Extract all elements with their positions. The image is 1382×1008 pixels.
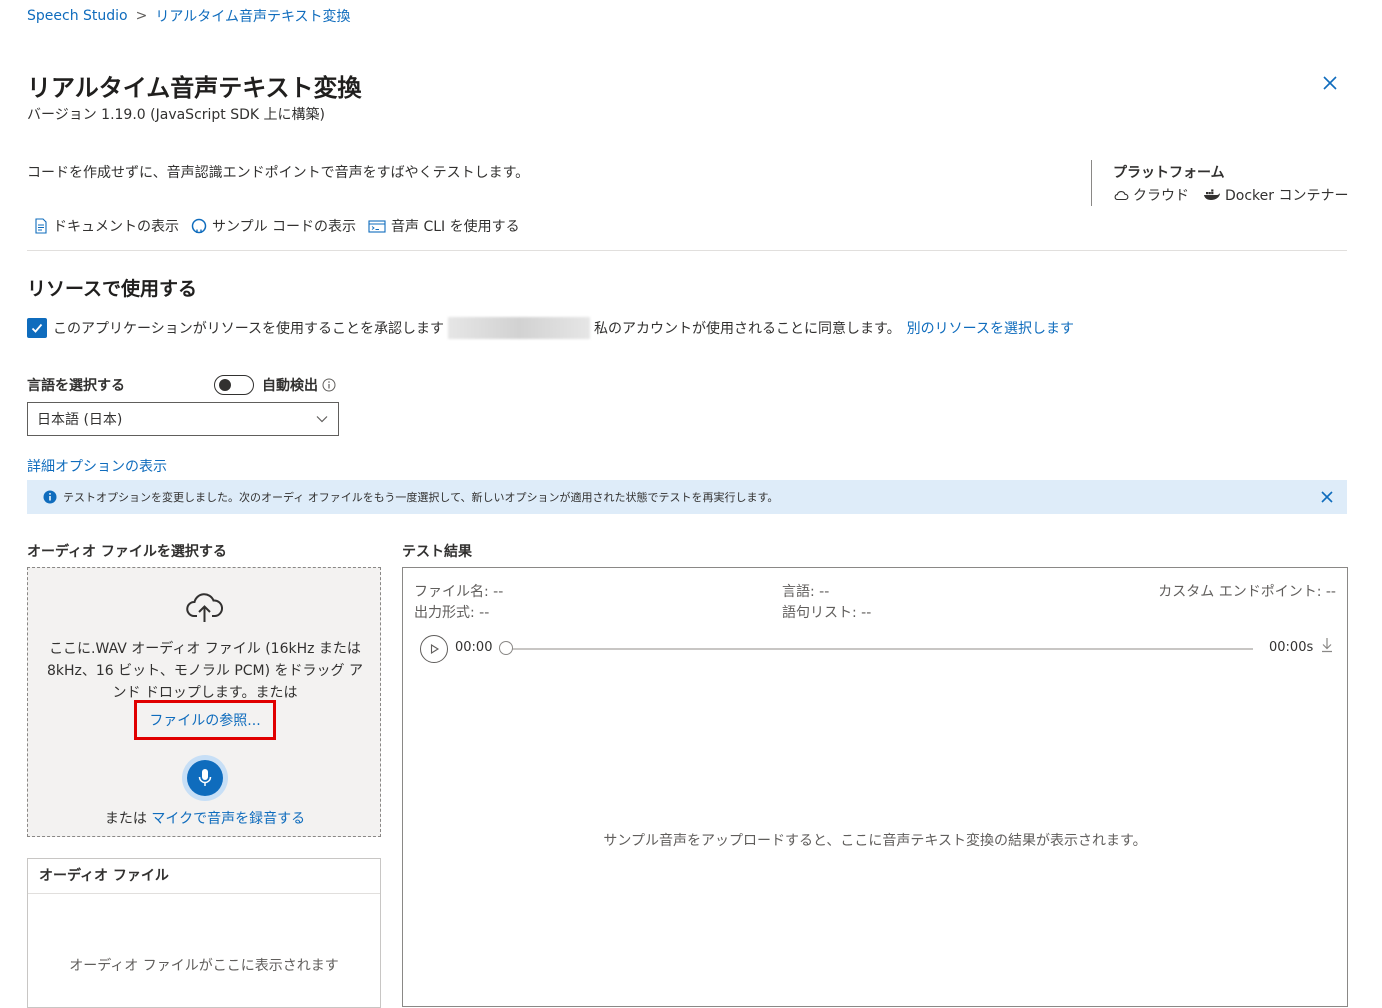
breadcrumb: Speech Studio > リアルタイム音声テキスト変換 xyxy=(27,6,351,26)
info-message-text: テストオプションを変更しました。次のオーディ オファイルをもう一度選択して、新し… xyxy=(63,491,779,504)
download-icon xyxy=(1322,638,1332,653)
info-message-bar: テストオプションを変更しました。次のオーディ オファイルをもう一度選択して、新し… xyxy=(27,480,1347,514)
language-selected-value: 日本語 (日本) xyxy=(37,412,123,428)
version-text: バージョン 1.19.0 (JavaScript SDK 上に構築) xyxy=(27,107,325,123)
link-label: 音声 CLI を使用する xyxy=(391,219,520,235)
language-dropdown[interactable]: 日本語 (日本) xyxy=(27,402,339,436)
select-other-resource-link[interactable]: 別のリソースを選択します xyxy=(907,318,1074,338)
page-title: リアルタイム音声テキスト変換 xyxy=(27,74,362,102)
github-icon xyxy=(191,218,207,234)
record-instructions: または マイクで音声を録音する xyxy=(28,808,382,828)
consent-suffix: 私のアカウントが使用されることに同意します。 xyxy=(594,321,901,337)
player-current-time: 00:00 xyxy=(455,640,493,655)
record-prefix: または xyxy=(104,811,147,827)
consent-checkbox[interactable] xyxy=(27,318,47,338)
close-icon xyxy=(1323,76,1337,90)
dismiss-info-button[interactable] xyxy=(1319,489,1335,505)
audio-files-panel: オーディオ ファイル オーディオ ファイルがここに表示されます xyxy=(27,858,381,1008)
microphone-icon xyxy=(198,769,212,786)
view-documentation-link[interactable]: ドキュメントの表示 xyxy=(34,216,179,236)
toggle-knob xyxy=(219,379,231,391)
platform-item-label: Docker コンテナー xyxy=(1225,188,1349,204)
link-label: サンプル コードの表示 xyxy=(212,219,357,235)
browse-files-link[interactable]: ファイルの参照... xyxy=(134,700,276,740)
description-text: コードを作成せずに、音声認識エンドポイントで音声をすばやくテストします。 xyxy=(27,165,530,181)
platform-list: クラウド Docker コンテナー xyxy=(1113,185,1348,205)
docker-icon xyxy=(1204,189,1220,200)
result-custom-endpoint: カスタム エンドポイント: -- xyxy=(1158,584,1336,600)
result-output-format: 出力形式: -- xyxy=(414,605,490,621)
platform-item-cloud: クラウド xyxy=(1113,185,1189,205)
chevron-down-icon xyxy=(316,416,328,423)
info-icon[interactable] xyxy=(322,378,336,392)
test-results-panel: ファイル名: -- 出力形式: -- 言語: -- 語句リスト: -- カスタム… xyxy=(402,567,1348,1007)
platform-item-label: クラウド xyxy=(1133,188,1189,204)
use-speech-cli-link[interactable]: 音声 CLI を使用する xyxy=(368,216,520,236)
result-phrase-list: 語句リスト: -- xyxy=(782,605,872,621)
platform-title: プラットフォーム xyxy=(1113,165,1225,181)
play-button[interactable] xyxy=(420,635,448,663)
consent-row: このアプリケーションがリソースを使用することを承認します 私のアカウントが使用さ… xyxy=(27,317,1074,339)
info-filled-icon xyxy=(43,490,57,504)
audio-drop-zone[interactable]: ここに.WAV オーディオ ファイル (16kHz または 8kHz、16 ビッ… xyxy=(27,567,381,837)
breadcrumb-current-link[interactable]: リアルタイム音声テキスト変換 xyxy=(155,6,350,26)
breadcrumb-separator: > xyxy=(135,8,148,24)
audio-files-divider xyxy=(28,893,380,894)
platform-item-docker: Docker コンテナー xyxy=(1203,185,1348,205)
drop-instructions: ここに.WAV オーディオ ファイル (16kHz または 8kHz、16 ビッ… xyxy=(47,641,363,701)
cloud-icon xyxy=(1114,191,1129,201)
cloud-upload-icon xyxy=(185,592,225,624)
player-duration: 00:00s xyxy=(1269,640,1314,655)
close-button[interactable] xyxy=(1319,72,1341,94)
audio-files-title: オーディオ ファイル xyxy=(39,868,169,884)
auto-detect-label: 自動検出 xyxy=(262,378,318,394)
document-icon xyxy=(35,218,47,234)
mic-button-inner xyxy=(187,760,223,796)
player-seek-track[interactable] xyxy=(505,648,1253,650)
close-icon xyxy=(1321,491,1333,503)
resource-heading: リソースで使用する xyxy=(27,278,198,300)
results-empty-text: サンプル音声をアップロードすると、ここに音声テキスト変換の結果が表示されます。 xyxy=(603,833,1147,849)
auto-detect-toggle[interactable] xyxy=(214,375,254,395)
cli-icon xyxy=(368,220,386,233)
section-divider xyxy=(27,250,1347,251)
record-microphone-link[interactable]: マイクで音声を録音する xyxy=(151,811,305,827)
resource-links: ドキュメントの表示 サンプル コードの表示 音声 CLI を使用する xyxy=(34,216,520,236)
player-seek-handle[interactable] xyxy=(499,641,513,655)
result-file-name: ファイル名: -- xyxy=(414,584,504,600)
play-icon xyxy=(430,644,440,654)
audio-select-heading: オーディオ ファイルを選択する xyxy=(27,544,227,560)
test-results-heading: テスト結果 xyxy=(402,544,472,560)
link-label: ドキュメントの表示 xyxy=(53,219,179,235)
download-button[interactable] xyxy=(1320,637,1334,653)
checkmark-icon xyxy=(31,323,43,333)
consent-text: このアプリケーションがリソースを使用することを承認します xyxy=(53,321,445,337)
breadcrumb-root-link[interactable]: Speech Studio xyxy=(27,8,128,24)
record-microphone-button[interactable] xyxy=(182,755,228,801)
audio-files-empty-text: オーディオ ファイルがここに表示されます xyxy=(69,958,339,974)
result-language: 言語: -- xyxy=(782,584,830,600)
platform-divider xyxy=(1091,160,1092,206)
view-sample-code-link[interactable]: サンプル コードの表示 xyxy=(191,216,356,236)
show-advanced-options-link[interactable]: 詳細オプションの表示 xyxy=(27,456,167,476)
redacted-resource-name xyxy=(448,317,591,339)
language-label: 言語を選択する xyxy=(27,378,125,394)
auto-detect-label-group: 自動検出 xyxy=(262,375,336,395)
